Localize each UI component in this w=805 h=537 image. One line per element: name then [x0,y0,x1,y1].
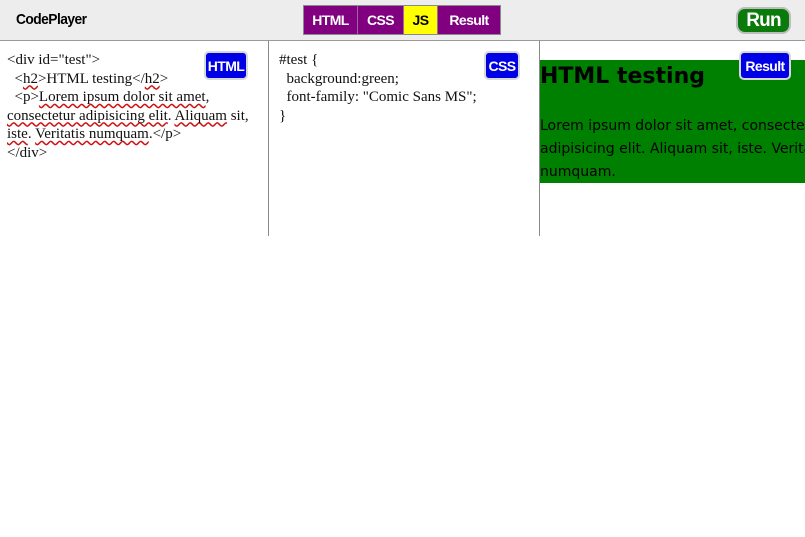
app-logo: CodePlayer [16,11,87,28]
html-panel-badge: HTML [204,51,248,80]
css-panel-badge: CSS [484,51,520,80]
result-panel: HTML testing Lorem ipsum dolor sit amet,… [540,41,805,236]
code-line: <p>Lorem ipsum dolor sit amet, consectet… [7,89,253,142]
toggle-js-button[interactable]: JS [404,6,438,34]
css-editor-panel[interactable]: #test { background:green; font-family: "… [269,41,540,236]
code-line: <div id="test"> [7,52,101,68]
result-heading: HTML testing [540,64,705,89]
run-button[interactable]: Run [736,7,791,34]
html-editor-panel[interactable]: <div id="test"> <h2>HTML testing</h2> <p… [0,41,269,236]
toggle-css-button[interactable]: CSS [358,6,404,34]
top-bar: CodePlayer HTML CSS JS Result Run [0,0,805,41]
result-panel-badge: Result [739,51,791,80]
code-line: </div> [7,144,48,161]
panel-toggle-group: HTML CSS JS Result [303,5,501,35]
code-line: <h2>HTML testing</h2> [7,70,169,87]
toggle-html-button[interactable]: HTML [304,6,358,34]
toggle-result-button[interactable]: Result [438,6,500,34]
result-paragraph: Lorem ipsum dolor sit amet, consectetur … [540,118,805,180]
